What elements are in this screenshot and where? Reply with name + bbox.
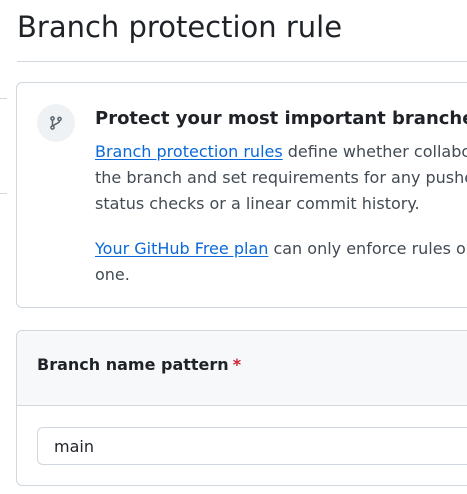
github-free-plan-link[interactable]: Your GitHub Free plan [95, 239, 268, 258]
plan-line: Your GitHub Free plan can only enforce r… [95, 236, 467, 262]
branch-pattern-header: Branch name pattern * [17, 331, 467, 406]
branch-pattern-input[interactable] [37, 427, 467, 465]
plan-notice: Your GitHub Free plan can only enforce r… [95, 236, 467, 288]
branch-protection-rules-link[interactable]: Branch protection rules [95, 142, 283, 161]
info-card: Protect your most important branches Bra… [16, 82, 467, 308]
description-line: status checks or a linear commit history… [95, 194, 420, 213]
rules-description: Branch protection rules define whether c… [95, 139, 467, 217]
sidebar-edge-divider [0, 193, 7, 194]
page-title: Branch protection rule [17, 10, 343, 44]
description-text: define whether collabora [287, 142, 467, 161]
branch-pattern-section: Branch name pattern * [16, 330, 467, 486]
description-line: the branch and set requirements for any … [95, 168, 467, 187]
branch-protection-page: Branch protection rule Protect your most… [0, 0, 467, 494]
card-heading: Protect your most important branches [95, 108, 467, 129]
branch-pattern-label-text: Branch name pattern [37, 355, 229, 374]
title-divider [17, 61, 467, 62]
plan-line: one. [95, 265, 130, 284]
plan-text: can only enforce rules on [268, 239, 467, 258]
branch-pattern-label: Branch name pattern * [37, 355, 241, 374]
description-line: Branch protection rules define whether c… [95, 139, 467, 165]
sidebar-edge-divider [0, 98, 7, 99]
required-indicator: * [232, 355, 242, 374]
git-branch-icon [37, 104, 75, 142]
